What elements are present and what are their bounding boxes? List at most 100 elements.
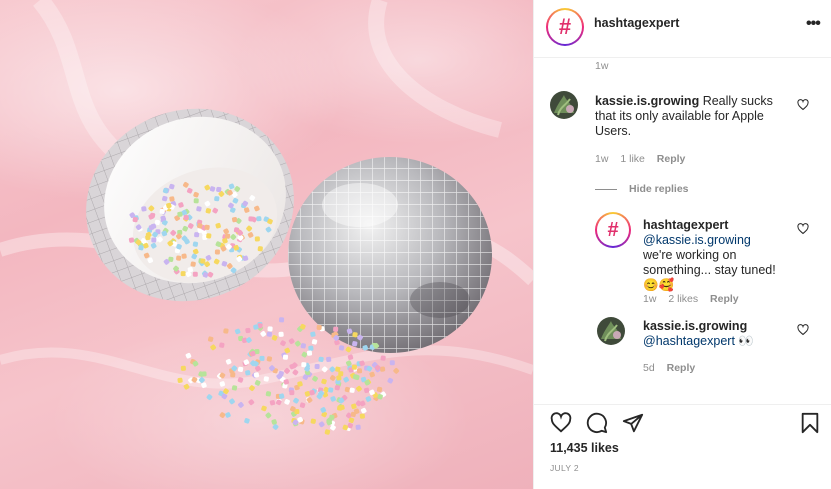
sprinkle bbox=[312, 375, 318, 382]
disco-ball-dome bbox=[288, 157, 492, 353]
sprinkle bbox=[180, 271, 186, 277]
sprinkle bbox=[308, 345, 314, 351]
sprinkle bbox=[225, 412, 231, 418]
heart-icon[interactable] bbox=[550, 412, 572, 434]
likes-count[interactable]: 11,435 likes bbox=[550, 441, 619, 455]
sprinkle bbox=[206, 394, 213, 401]
reply-avatar[interactable] bbox=[597, 317, 625, 345]
reply-mention[interactable]: @hashtagexpert bbox=[643, 334, 735, 348]
sprinkle bbox=[244, 418, 250, 424]
sprinkle bbox=[289, 390, 295, 396]
sprinkle bbox=[214, 196, 220, 202]
comments-list[interactable]: 1w kassie.is.growing Really sucks that i… bbox=[534, 59, 831, 404]
reply-like-count[interactable]: 2 likes bbox=[668, 293, 698, 305]
sprinkle bbox=[329, 375, 336, 381]
sprinkle bbox=[245, 370, 251, 376]
sprinkle bbox=[310, 418, 316, 424]
sprinkle bbox=[355, 424, 361, 430]
hide-replies-button[interactable]: Hide replies bbox=[595, 183, 689, 195]
sprinkle bbox=[278, 331, 284, 337]
sprinkle bbox=[177, 377, 183, 383]
post-actions: 11,435 likes JULY 2 bbox=[534, 404, 831, 489]
sprinkle bbox=[359, 413, 365, 419]
sprinkle bbox=[318, 356, 324, 363]
sprinkle bbox=[314, 363, 320, 370]
sprinkle bbox=[288, 338, 295, 345]
hide-replies-label: Hide replies bbox=[629, 183, 689, 195]
sprinkle bbox=[282, 354, 289, 360]
sprinkle bbox=[141, 206, 147, 212]
comment-meta: 1w 1 like Reply bbox=[595, 153, 694, 165]
reply-avatar[interactable]: # bbox=[595, 212, 631, 248]
sprinkle bbox=[328, 387, 334, 393]
comment-icon[interactable] bbox=[586, 412, 608, 434]
sprinkle bbox=[294, 340, 301, 347]
sprinkle bbox=[330, 396, 336, 402]
bookmark-icon[interactable] bbox=[800, 412, 820, 434]
sprinkle bbox=[265, 391, 272, 397]
comment-username[interactable]: kassie.is.growing bbox=[595, 94, 699, 108]
sprinkle bbox=[279, 317, 285, 323]
sprinkle bbox=[393, 367, 400, 374]
sprinkle bbox=[259, 355, 265, 361]
sprinkle bbox=[253, 372, 260, 378]
previous-comment-time: 1w bbox=[595, 60, 609, 72]
sprinkle bbox=[271, 335, 278, 341]
sprinkle bbox=[265, 412, 272, 419]
sprinkle bbox=[280, 340, 286, 347]
sprinkle bbox=[192, 241, 199, 247]
sprinkle bbox=[248, 399, 255, 406]
sprinkle bbox=[318, 421, 325, 428]
commenter-avatar[interactable] bbox=[550, 91, 578, 119]
sprinkle bbox=[266, 331, 273, 337]
reply-button[interactable]: Reply bbox=[710, 293, 739, 305]
sprinkle bbox=[183, 214, 189, 221]
sprinkle bbox=[181, 253, 187, 259]
reply-username[interactable]: kassie.is.growing bbox=[643, 319, 747, 333]
sprinkle bbox=[329, 414, 335, 420]
sprinkle bbox=[336, 375, 342, 381]
sprinkle bbox=[245, 337, 252, 343]
reply-time: 1w bbox=[643, 293, 657, 305]
sprinkle bbox=[301, 351, 308, 358]
sprinkle bbox=[214, 249, 220, 255]
heart-icon[interactable] bbox=[797, 223, 809, 235]
divider-line bbox=[595, 188, 617, 190]
reply-meta: 1w 2 likes Reply bbox=[643, 293, 748, 305]
reply-body: 👀 bbox=[734, 334, 754, 348]
sprinkle bbox=[193, 198, 199, 204]
post-date[interactable]: JULY 2 bbox=[550, 463, 579, 473]
paper-plane-icon[interactable] bbox=[622, 412, 644, 434]
heart-icon[interactable] bbox=[797, 99, 809, 111]
author-avatar[interactable]: # bbox=[546, 8, 584, 46]
sprinkle bbox=[349, 387, 355, 393]
sprinkle bbox=[254, 236, 260, 242]
post-photo[interactable] bbox=[0, 0, 533, 489]
sprinkle bbox=[284, 399, 290, 405]
more-icon[interactable]: ••• bbox=[806, 15, 821, 33]
sprinkle bbox=[369, 371, 375, 378]
sprinkle bbox=[257, 246, 263, 252]
sprinkle bbox=[266, 356, 273, 362]
sprinkle bbox=[151, 237, 157, 243]
comment-text: kassie.is.growing Really sucks that its … bbox=[595, 94, 780, 139]
sprinkle bbox=[379, 366, 386, 372]
author-username[interactable]: hashtagexpert bbox=[594, 16, 679, 30]
sprinkle bbox=[356, 368, 363, 374]
sprinkle bbox=[200, 258, 206, 264]
reply-button[interactable]: Reply bbox=[667, 362, 696, 374]
sprinkle bbox=[263, 376, 269, 382]
sprinkle bbox=[333, 326, 339, 332]
sprinkle bbox=[230, 372, 236, 378]
sprinkle bbox=[376, 386, 383, 393]
comment-like-count[interactable]: 1 like bbox=[620, 153, 645, 165]
sprinkle bbox=[245, 327, 251, 334]
sprinkle bbox=[271, 419, 277, 425]
sprinkle bbox=[267, 326, 273, 332]
reply-mention[interactable]: @kassie.is.growing bbox=[643, 233, 751, 247]
reply-username[interactable]: hashtagexpert bbox=[643, 218, 728, 232]
heart-icon[interactable] bbox=[797, 324, 809, 336]
reply-button[interactable]: Reply bbox=[657, 153, 686, 165]
sprinkle bbox=[177, 211, 183, 217]
sprinkle bbox=[310, 331, 316, 337]
